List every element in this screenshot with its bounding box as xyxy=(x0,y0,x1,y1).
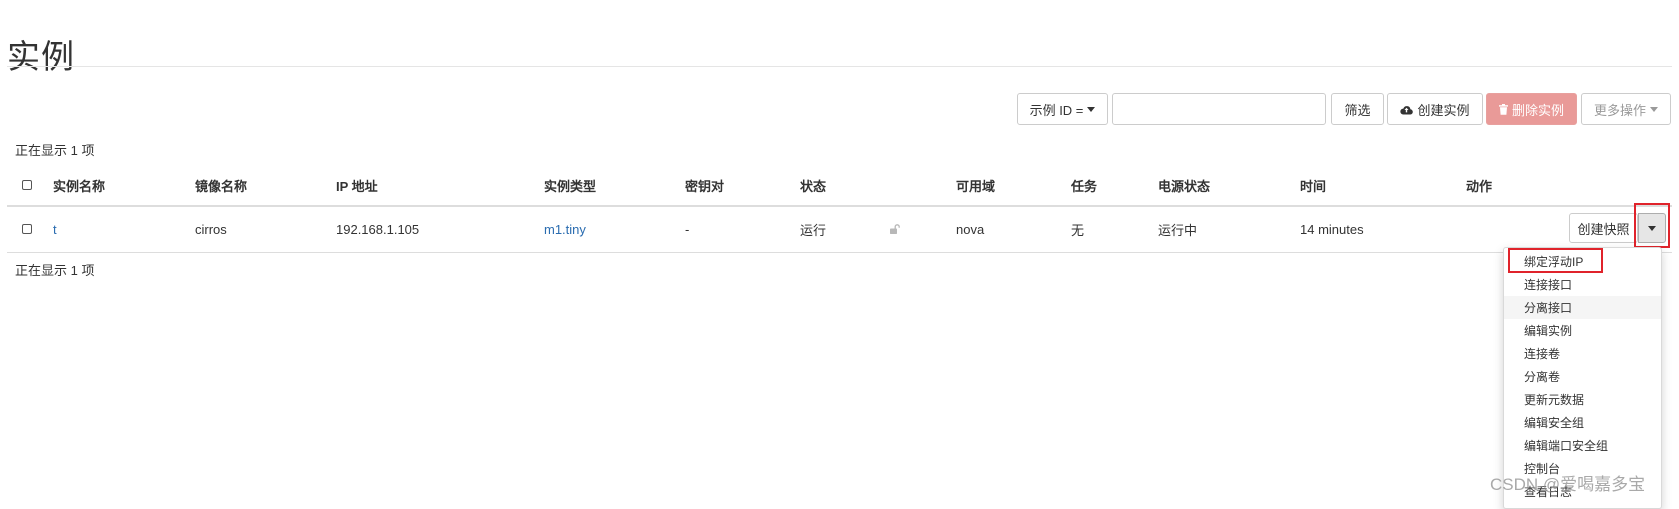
more-actions-button[interactable]: 更多操作 xyxy=(1581,93,1671,125)
menu-item-attach-volume[interactable]: 连接卷 xyxy=(1504,342,1661,365)
title-divider xyxy=(7,66,1672,67)
column-header-ip[interactable]: IP 地址 xyxy=(336,165,378,205)
column-header-actions: 动作 xyxy=(1466,178,1493,194)
chevron-down-icon xyxy=(1650,106,1658,112)
instance-name-link[interactable]: t xyxy=(53,206,57,252)
column-header-keypair[interactable]: 密钥对 xyxy=(685,165,724,205)
image-name: cirros xyxy=(195,221,227,237)
select-all-checkbox[interactable] xyxy=(22,180,32,190)
delete-instance-label: 删除实例 xyxy=(1511,102,1564,118)
filter-field-label: 示例 ID = xyxy=(1029,102,1084,118)
page-title: 实例 xyxy=(7,38,75,76)
column-header-flavor[interactable]: 实例类型 xyxy=(544,165,596,205)
highlight-box-toggle xyxy=(1634,203,1670,248)
flavor-link[interactable]: m1.tiny xyxy=(544,206,586,252)
row-checkbox[interactable] xyxy=(22,224,32,234)
row-select-cell[interactable] xyxy=(22,206,32,252)
task-value: 无 xyxy=(1071,222,1085,238)
chevron-down-icon xyxy=(1087,106,1096,112)
filter-input[interactable] xyxy=(1112,93,1326,125)
highlight-box-menu-item xyxy=(1508,248,1603,273)
menu-item-attach-interface[interactable]: 连接接口 xyxy=(1504,273,1661,296)
menu-item-edit-instance[interactable]: 编辑实例 xyxy=(1504,319,1661,342)
menu-item-detach-interface[interactable]: 分离接口 xyxy=(1504,296,1661,319)
cloud-upload-icon xyxy=(1400,104,1414,115)
menu-item-edit-security-groups[interactable]: 编辑安全组 xyxy=(1504,411,1661,434)
column-header-name[interactable]: 实例名称 xyxy=(53,165,105,205)
menu-item-detach-volume[interactable]: 分离卷 xyxy=(1504,365,1661,388)
column-header-age[interactable]: 时间 xyxy=(1300,165,1326,205)
table-header: 实例名称 镜像名称 IP 地址 实例类型 密钥对 状态 可用域 任务 电源状态 … xyxy=(7,165,1672,207)
table-row: t cirros 192.168.1.105 m1.tiny - 运行 nova… xyxy=(7,206,1672,253)
create-instance-label: 创建实例 xyxy=(1417,102,1470,118)
item-count-bottom: 正在显示 1 项 xyxy=(15,263,95,278)
filter-field-select[interactable]: 示例 ID = xyxy=(1017,93,1108,125)
column-header-power[interactable]: 电源状态 xyxy=(1158,165,1210,205)
power-state-value: 运行中 xyxy=(1158,222,1198,238)
unlock-icon xyxy=(890,206,901,252)
watermark: CSDN @爱喝嘉多宝 xyxy=(1490,475,1646,494)
more-actions-label: 更多操作 xyxy=(1593,102,1646,118)
ip-address: 192.168.1.105 xyxy=(336,221,420,237)
column-header-image[interactable]: 镜像名称 xyxy=(195,165,247,205)
age-value: 14 minutes xyxy=(1300,221,1364,237)
select-all-cell[interactable] xyxy=(22,165,32,205)
create-snapshot-button[interactable]: 创建快照 xyxy=(1569,213,1638,243)
keypair-value: - xyxy=(685,221,690,237)
status-value: 运行 xyxy=(800,222,827,238)
filter-button[interactable]: 筛选 xyxy=(1331,93,1384,125)
delete-instance-button[interactable]: 删除实例 xyxy=(1486,93,1577,125)
column-header-zone[interactable]: 可用域 xyxy=(956,165,995,205)
trash-icon xyxy=(1498,103,1508,115)
menu-item-edit-port-security-groups[interactable]: 编辑端口安全组 xyxy=(1504,434,1661,457)
column-header-task[interactable]: 任务 xyxy=(1071,165,1097,205)
menu-item-update-metadata[interactable]: 更新元数据 xyxy=(1504,388,1661,411)
column-header-status[interactable]: 状态 xyxy=(800,165,826,205)
item-count-top: 正在显示 1 项 xyxy=(15,143,95,158)
create-instance-button[interactable]: 创建实例 xyxy=(1387,93,1483,125)
zone-value: nova xyxy=(956,221,985,237)
